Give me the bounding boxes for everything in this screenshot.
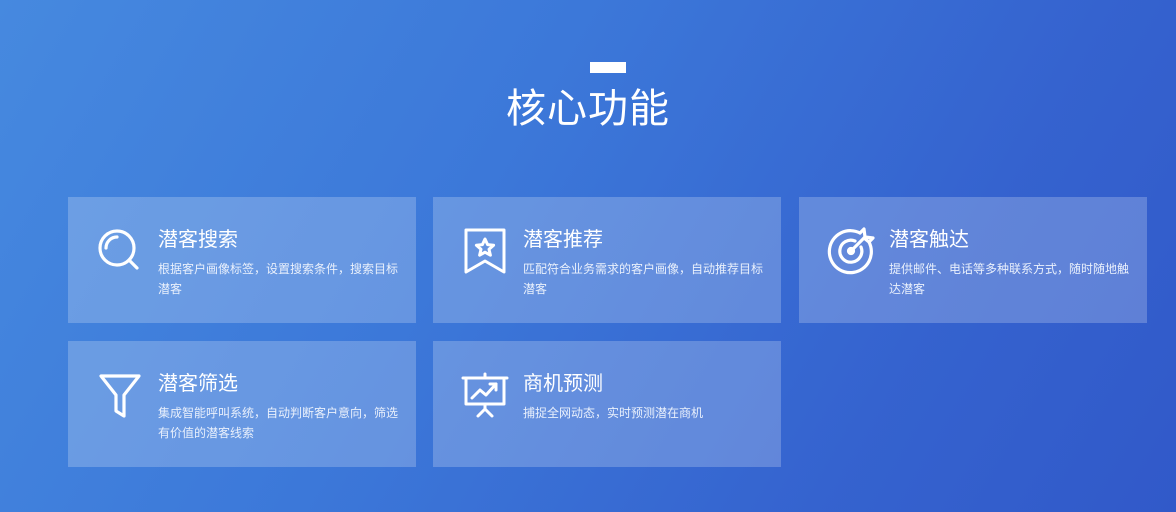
feature-card-prospect-reach[interactable]: 潜客触达 提供邮件、电话等多种联系方式，随时随地触达潜客 <box>799 197 1147 323</box>
search-icon <box>96 227 144 275</box>
feature-card-prospect-recommend[interactable]: 潜客推荐 匹配符合业务需求的客户画像，自动推荐目标潜客 <box>433 197 781 323</box>
filter-icon <box>96 371 144 419</box>
card-title: 潜客推荐 <box>523 227 603 251</box>
feature-card-opportunity-forecast[interactable]: 商机预测 捕捉全网动态，实时预测潜在商机 <box>433 341 781 467</box>
title-accent-bar <box>590 62 626 73</box>
card-description: 捕捉全网动态，实时预测潜在商机 <box>523 406 704 420</box>
card-description: 匹配符合业务需求的客户画像，自动推荐目标潜客 <box>523 262 764 296</box>
card-title: 潜客筛选 <box>158 371 238 395</box>
card-description: 根据客户画像标签，设置搜索条件，搜索目标潜客 <box>158 262 399 296</box>
card-title: 商机预测 <box>523 371 603 395</box>
card-description: 提供邮件、电话等多种联系方式，随时随地触达潜客 <box>889 262 1130 296</box>
target-reach-icon <box>827 227 875 275</box>
card-description: 集成智能呼叫系统，自动判断客户意向，筛选有价值的潜客线索 <box>158 406 399 440</box>
card-title: 潜客触达 <box>889 227 969 251</box>
presentation-chart-icon <box>461 371 509 419</box>
section-title: 核心功能 <box>506 86 670 132</box>
card-title: 潜客搜索 <box>158 227 238 251</box>
feature-card-prospect-search[interactable]: 潜客搜索 根据客户画像标签，设置搜索条件，搜索目标潜客 <box>68 197 416 323</box>
bookmark-star-icon <box>461 227 509 275</box>
feature-card-prospect-filter[interactable]: 潜客筛选 集成智能呼叫系统，自动判断客户意向，筛选有价值的潜客线索 <box>68 341 416 467</box>
